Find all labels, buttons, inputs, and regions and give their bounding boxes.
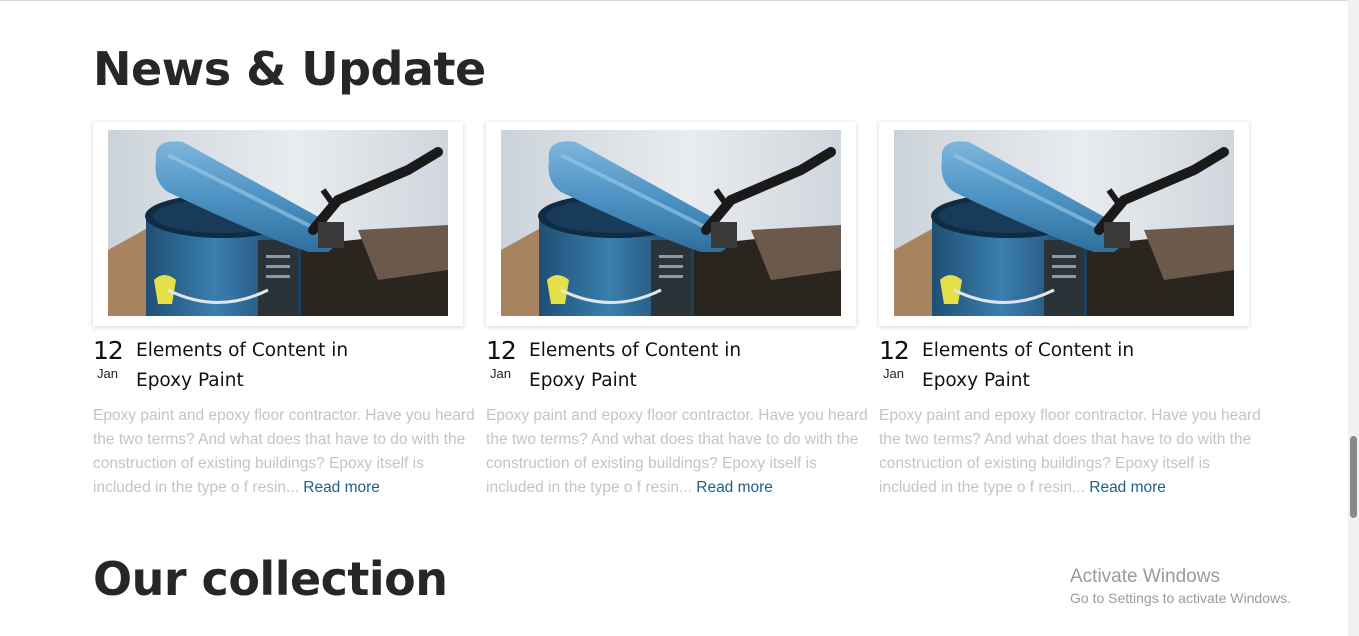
news-date-month: Jan — [883, 366, 904, 381]
news-card[interactable]: 12 Jan Elements of Content in Epoxy Pain… — [879, 122, 1261, 502]
news-card-title[interactable]: Elements of Content in Epoxy Paint — [529, 336, 779, 396]
news-excerpt-text: Epoxy paint and epoxy floor contractor. … — [486, 407, 868, 496]
news-date-month: Jan — [490, 366, 511, 381]
watermark-subtitle: Go to Settings to activate Windows. — [1070, 590, 1291, 606]
news-date-day: 12 — [486, 336, 517, 365]
paint-roller-image — [894, 130, 1234, 316]
news-card-excerpt: Epoxy paint and epoxy floor contractor. … — [486, 404, 868, 500]
paint-roller-image — [501, 130, 841, 316]
news-card-excerpt: Epoxy paint and epoxy floor contractor. … — [93, 404, 475, 500]
news-excerpt-text: Epoxy paint and epoxy floor contractor. … — [879, 407, 1261, 496]
news-card-image[interactable] — [486, 122, 856, 326]
read-more-link[interactable]: Read more — [303, 479, 380, 496]
news-card-excerpt: Epoxy paint and epoxy floor contractor. … — [879, 404, 1261, 500]
news-card-image[interactable] — [879, 122, 1249, 326]
news-date-month: Jan — [97, 366, 118, 381]
watermark-title: Activate Windows — [1070, 566, 1220, 587]
read-more-link[interactable]: Read more — [696, 479, 773, 496]
news-card-title[interactable]: Elements of Content in Epoxy Paint — [922, 336, 1172, 396]
activate-windows-watermark: Activate Windows Go to Settings to activ… — [1070, 566, 1291, 608]
news-card-title[interactable]: Elements of Content in Epoxy Paint — [136, 336, 386, 396]
news-excerpt-text: Epoxy paint and epoxy floor contractor. … — [93, 407, 475, 496]
page-scrollbar[interactable] — [1348, 0, 1359, 636]
read-more-link[interactable]: Read more — [1089, 479, 1166, 496]
paint-roller-image — [108, 130, 448, 316]
news-date-day: 12 — [93, 336, 124, 365]
news-card-image[interactable] — [93, 122, 463, 326]
news-card[interactable]: 12 Jan Elements of Content in Epoxy Pain… — [93, 122, 475, 502]
news-card[interactable]: 12 Jan Elements of Content in Epoxy Pain… — [486, 122, 868, 502]
scrollbar-thumb[interactable] — [1350, 436, 1357, 518]
news-section-title: News & Update — [93, 42, 486, 96]
news-date-day: 12 — [879, 336, 910, 365]
collection-section-title: Our collection — [93, 552, 448, 606]
top-divider — [0, 0, 1348, 1]
